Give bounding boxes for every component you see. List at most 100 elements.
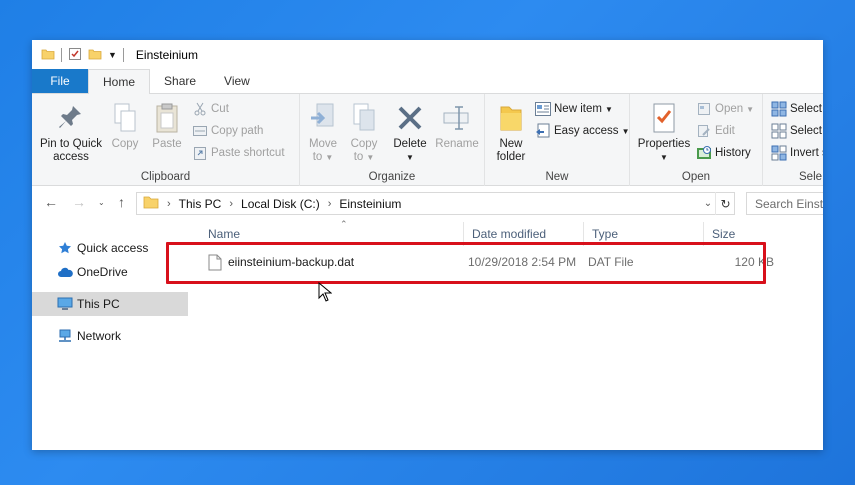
paste-shortcut-button[interactable]: Paste shortcut	[192, 143, 285, 163]
properties-check-icon[interactable]	[68, 47, 82, 64]
chevron-right-icon[interactable]: ›	[167, 198, 171, 210]
move-to-button[interactable]: Move to ▼	[305, 100, 341, 164]
ribbon: Pin to Quick access Copy Paste Cut Copy …	[32, 94, 823, 186]
customize-quick-access-icon[interactable]: ▼	[108, 50, 117, 60]
folder-icon[interactable]	[41, 47, 55, 64]
mouse-pointer-icon	[318, 281, 333, 305]
scissors-icon	[192, 101, 208, 117]
copy-to-icon	[346, 100, 382, 136]
paste-label: Paste	[152, 138, 182, 150]
separator	[122, 48, 124, 62]
caret-down-icon: ▼	[406, 153, 414, 162]
breadcrumb-local-disk[interactable]: Local Disk (C:)	[241, 197, 320, 211]
clipboard-group-label: Clipboard	[140, 171, 191, 183]
select-group-label: Sele	[799, 171, 823, 183]
address-bar[interactable]: › This PC › Local Disk (C:) › Einsteiniu…	[136, 192, 735, 215]
select-none-button[interactable]: Select	[771, 121, 822, 141]
separator	[61, 48, 62, 62]
copy-button[interactable]: Copy	[108, 100, 142, 151]
paste-button[interactable]: Paste	[148, 100, 186, 151]
cloud-icon	[56, 264, 74, 280]
new-folder-icon	[490, 100, 532, 136]
pin-label-line2: access	[53, 151, 89, 163]
sidebar-item-this-pc[interactable]: This PC	[32, 292, 188, 316]
select-group: Select Select Invert s Sele	[763, 94, 823, 186]
new-folder-button[interactable]: New folder	[490, 100, 532, 164]
organize-group: Move to ▼ Copy to ▼ Delete ▼ Rename Orga…	[300, 94, 485, 186]
organize-group-label: Organize	[368, 171, 416, 183]
edit-button[interactable]: Edit	[696, 121, 735, 141]
new-group-label: New	[545, 171, 569, 183]
pin-to-quick-access-button[interactable]: Pin to Quick access	[38, 100, 104, 164]
rename-icon	[432, 100, 482, 136]
caret-down-icon: ▼	[746, 104, 755, 114]
select-all-button[interactable]: Select	[771, 99, 822, 119]
network-icon	[56, 328, 74, 344]
paste-shortcut-icon	[192, 145, 208, 161]
copy-path-button[interactable]: Copy path	[192, 121, 263, 141]
copy-label: Copy	[111, 138, 139, 150]
new-group: New folder New item ▼ Easy access ▼ New	[485, 94, 630, 186]
paste-icon	[148, 100, 186, 136]
caret-down-icon: ▼	[366, 153, 375, 162]
refresh-icon[interactable]: ↻	[715, 192, 735, 215]
properties-button[interactable]: Properties ▼	[636, 100, 692, 164]
highlight-box	[166, 242, 766, 284]
caret-down-icon: ▼	[621, 126, 630, 136]
clipboard-group: Pin to Quick access Copy Paste Cut Copy …	[32, 94, 300, 186]
select-none-icon	[771, 123, 787, 139]
pin-label-line1: Pin to Quick	[40, 138, 102, 150]
chevron-right-icon[interactable]: ›	[229, 198, 233, 210]
open-group: Properties ▼ Open ▼ Edit History Open	[630, 94, 763, 186]
caret-down-icon: ▼	[604, 104, 613, 114]
copy-to-button[interactable]: Copy to ▼	[346, 100, 382, 164]
tab-file[interactable]: File	[32, 69, 88, 93]
delete-button[interactable]: Delete ▼	[390, 100, 430, 164]
search-placeholder: Search Einste	[755, 196, 823, 211]
delete-x-icon	[390, 100, 430, 136]
sort-ascending-icon: ⌃	[340, 219, 348, 229]
history-button[interactable]: History	[696, 143, 751, 163]
folder-icon	[143, 194, 159, 213]
invert-selection-button[interactable]: Invert s	[771, 143, 823, 163]
invert-selection-icon	[771, 145, 787, 161]
forward-arrow-icon[interactable]: →	[72, 194, 86, 210]
new-folder-icon[interactable]	[88, 47, 102, 64]
copy-icon	[108, 100, 142, 136]
pin-icon	[38, 100, 104, 136]
open-button[interactable]: Open ▼	[696, 99, 754, 119]
cut-button[interactable]: Cut	[192, 99, 229, 119]
up-arrow-icon[interactable]: ↑	[118, 194, 125, 210]
monitor-icon	[56, 296, 74, 312]
breadcrumb-this-pc[interactable]: This PC	[179, 197, 222, 211]
navigation-pane: Quick access OneDrive This PC Network	[32, 218, 188, 450]
new-item-button[interactable]: New item ▼	[535, 99, 613, 119]
search-input[interactable]: Search Einste	[746, 192, 823, 215]
open-icon	[696, 101, 712, 117]
open-group-label: Open	[681, 171, 711, 183]
history-icon	[696, 145, 712, 161]
chevron-right-icon[interactable]: ›	[328, 198, 332, 210]
edit-pencil-icon	[696, 123, 712, 139]
address-dropdown-chevron-icon[interactable]: ⌄	[700, 192, 716, 215]
move-to-icon	[305, 100, 341, 136]
rename-button[interactable]: Rename	[432, 100, 482, 151]
sidebar-item-onedrive[interactable]: OneDrive	[32, 260, 188, 284]
copy-path-icon	[192, 123, 208, 139]
tab-share[interactable]: Share	[150, 69, 210, 93]
window-title: Einsteinium	[135, 48, 198, 62]
breadcrumb-einsteinium[interactable]: Einsteinium	[339, 197, 401, 211]
new-item-icon	[535, 101, 551, 117]
select-all-icon	[771, 101, 787, 117]
ribbon-tabs: File Home Share View	[32, 69, 823, 94]
tab-view[interactable]: View	[210, 69, 264, 93]
caret-down-icon: ▼	[660, 153, 668, 162]
sidebar-item-quick-access[interactable]: Quick access	[32, 236, 188, 260]
caret-down-icon: ▼	[325, 153, 334, 162]
back-arrow-icon[interactable]: ←	[44, 194, 58, 210]
easy-access-button[interactable]: Easy access ▼	[535, 121, 629, 141]
navigation-bar: ← → ⌄ ↑ › This PC › Local Disk (C:) › Ei…	[32, 188, 823, 218]
tab-home[interactable]: Home	[88, 69, 151, 94]
recent-locations-chevron-icon[interactable]: ⌄	[98, 198, 105, 207]
sidebar-item-network[interactable]: Network	[32, 324, 188, 348]
